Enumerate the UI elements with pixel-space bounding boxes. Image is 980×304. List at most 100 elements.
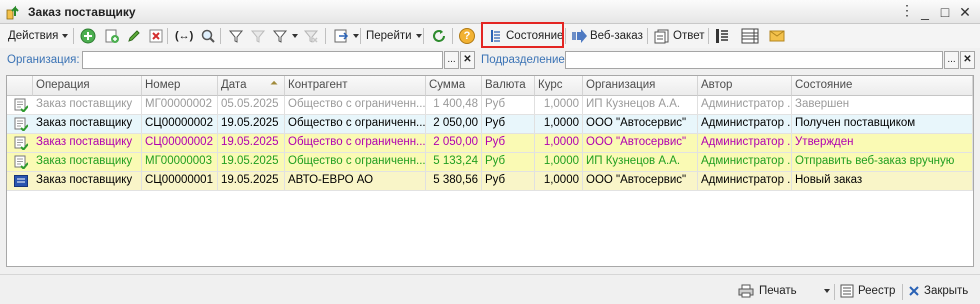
column-header[interactable]: Сумма bbox=[426, 76, 482, 96]
column-header[interactable]: Дата ⏶ bbox=[218, 76, 285, 96]
column-header[interactable]: Валюта bbox=[482, 76, 535, 96]
copy-button[interactable] bbox=[101, 26, 123, 46]
order-posted-icon bbox=[14, 117, 28, 131]
copy-icon bbox=[105, 29, 119, 43]
table-row[interactable]: Заказ поставщику СЦ00000002 19.05.2025 Обще… bbox=[7, 134, 973, 153]
table-cell: ООО "Автосервис" bbox=[583, 115, 698, 133]
table-row[interactable]: Заказ поставщику СЦ00000002 19.05.2025 Обще… bbox=[7, 115, 973, 134]
column-header-label: Дата bbox=[221, 79, 247, 91]
table-cell: 2 050,00 bbox=[426, 134, 482, 152]
table-cell: Утвержден bbox=[792, 134, 973, 152]
column-header[interactable]: Организация bbox=[583, 76, 698, 96]
filter-history-button[interactable] bbox=[269, 26, 301, 46]
filter-icon bbox=[228, 30, 244, 43]
help-button[interactable]: ? bbox=[456, 26, 478, 46]
clear-filter-button[interactable] bbox=[300, 26, 322, 46]
find-button[interactable] bbox=[197, 26, 219, 46]
order-posted-icon bbox=[14, 98, 28, 112]
column-header-label: Контрагент bbox=[288, 79, 348, 91]
delete-button[interactable] bbox=[145, 26, 167, 46]
web-order-button[interactable]: Веб-заказ bbox=[568, 26, 646, 46]
mail-button[interactable] bbox=[766, 26, 788, 46]
registry-button[interactable]: Реестр bbox=[840, 282, 895, 300]
table-cell: СЦ00000001 bbox=[142, 172, 218, 190]
document-icon bbox=[654, 29, 669, 44]
add-button[interactable] bbox=[77, 26, 99, 46]
interval-icon: (↔) bbox=[175, 30, 194, 42]
sort-ascending-icon[interactable]: ⏶ bbox=[270, 78, 278, 89]
separator bbox=[73, 28, 74, 44]
goto-menu-button[interactable]: Перейти bbox=[363, 26, 425, 46]
actions-menu-button[interactable]: Действия bbox=[5, 26, 71, 46]
table-cell: 5 380,56 bbox=[426, 172, 482, 190]
filter-by-value-button[interactable] bbox=[247, 26, 269, 46]
separator bbox=[325, 28, 326, 44]
table-cell: Администратор ... bbox=[698, 172, 792, 190]
orders-table[interactable]: Операция Номер Дата ⏶ Контрагент Сумма Валюта К… bbox=[6, 75, 974, 267]
table-cell: Общество с ограниченн... bbox=[285, 153, 426, 171]
column-header[interactable]: Номер bbox=[142, 76, 218, 96]
table-cell: Руб bbox=[482, 134, 535, 152]
column-header[interactable]: Операция bbox=[33, 76, 142, 96]
more-icon[interactable]: ⋮ bbox=[898, 1, 916, 19]
column-header[interactable]: Контрагент bbox=[285, 76, 426, 96]
column-header[interactable]: Автор bbox=[698, 76, 792, 96]
organization-select-button[interactable]: ... bbox=[444, 51, 459, 69]
filter-button[interactable] bbox=[225, 26, 247, 46]
refresh-icon bbox=[433, 30, 445, 42]
organization-field[interactable] bbox=[82, 51, 443, 69]
hierarchy-button[interactable] bbox=[711, 26, 733, 46]
column-header[interactable]: Состояние bbox=[792, 76, 973, 96]
delete-icon bbox=[149, 29, 163, 43]
print-dropdown[interactable] bbox=[820, 282, 830, 300]
reply-button[interactable]: Ответ bbox=[651, 26, 707, 46]
columns-button[interactable] bbox=[738, 26, 762, 46]
arrow-right-icon bbox=[572, 29, 587, 43]
table-cell: СЦ00000002 bbox=[142, 134, 218, 152]
table-cell: Общество с ограниченн... bbox=[285, 96, 426, 114]
table-cell: Администратор ... bbox=[698, 153, 792, 171]
separator bbox=[423, 28, 424, 44]
table-row[interactable]: Заказ поставщику МГ00000003 19.05.2025 Обще… bbox=[7, 153, 973, 172]
column-header-label: Операция bbox=[36, 79, 90, 91]
chevron-down-icon bbox=[292, 34, 298, 38]
table-cell: МГ00000003 bbox=[142, 153, 218, 171]
organization-label: Организация: bbox=[7, 54, 80, 66]
department-field[interactable] bbox=[565, 51, 943, 69]
maximize-button[interactable]: □ bbox=[936, 3, 954, 21]
close-icon bbox=[909, 286, 919, 296]
table-cell: СЦ00000002 bbox=[142, 115, 218, 133]
registry-label: Реестр bbox=[858, 285, 896, 297]
close-button[interactable]: Закрыть bbox=[908, 282, 968, 300]
order-posted-icon bbox=[14, 136, 28, 150]
separator bbox=[167, 28, 168, 44]
department-select-button[interactable]: ... bbox=[944, 51, 959, 69]
table-cell: Отправить веб-заказ вручную bbox=[792, 153, 973, 171]
department-label: Подразделение: bbox=[481, 54, 568, 66]
table-row[interactable]: Заказ поставщику МГ00000002 05.05.2025 Обще… bbox=[7, 96, 973, 115]
print-label: Печать bbox=[759, 285, 797, 297]
minimize-button[interactable]: _ bbox=[916, 3, 934, 21]
reply-label: Ответ bbox=[673, 30, 705, 42]
table-row[interactable]: Заказ поставщику СЦ00000001 19.05.2025 АВТО… bbox=[7, 172, 973, 191]
close-window-button[interactable]: ✕ bbox=[956, 3, 974, 21]
table-cell: ООО "Автосервис" bbox=[583, 172, 698, 190]
department-clear-button[interactable]: ✕ bbox=[960, 51, 975, 69]
help-icon: ? bbox=[459, 28, 475, 44]
column-header[interactable]: Курс bbox=[535, 76, 583, 96]
output-list-button[interactable] bbox=[330, 26, 362, 46]
print-button[interactable]: Печать bbox=[738, 282, 797, 300]
table-cell: 1 400,48 bbox=[426, 96, 482, 114]
column-header-label: Организация bbox=[586, 79, 656, 91]
web-order-label: Веб-заказ bbox=[590, 30, 643, 42]
table-cell: Заказ поставщику bbox=[33, 153, 142, 171]
table-cell: МГ00000002 bbox=[142, 96, 218, 114]
table-cell: 1,0000 bbox=[535, 134, 583, 152]
separator bbox=[834, 284, 835, 300]
separator bbox=[902, 284, 903, 300]
interval-button[interactable]: (↔) bbox=[172, 26, 196, 46]
refresh-button[interactable] bbox=[428, 26, 450, 46]
order-draft-icon bbox=[14, 175, 28, 187]
edit-button[interactable] bbox=[123, 26, 145, 46]
organization-clear-button[interactable]: ✕ bbox=[460, 51, 475, 69]
